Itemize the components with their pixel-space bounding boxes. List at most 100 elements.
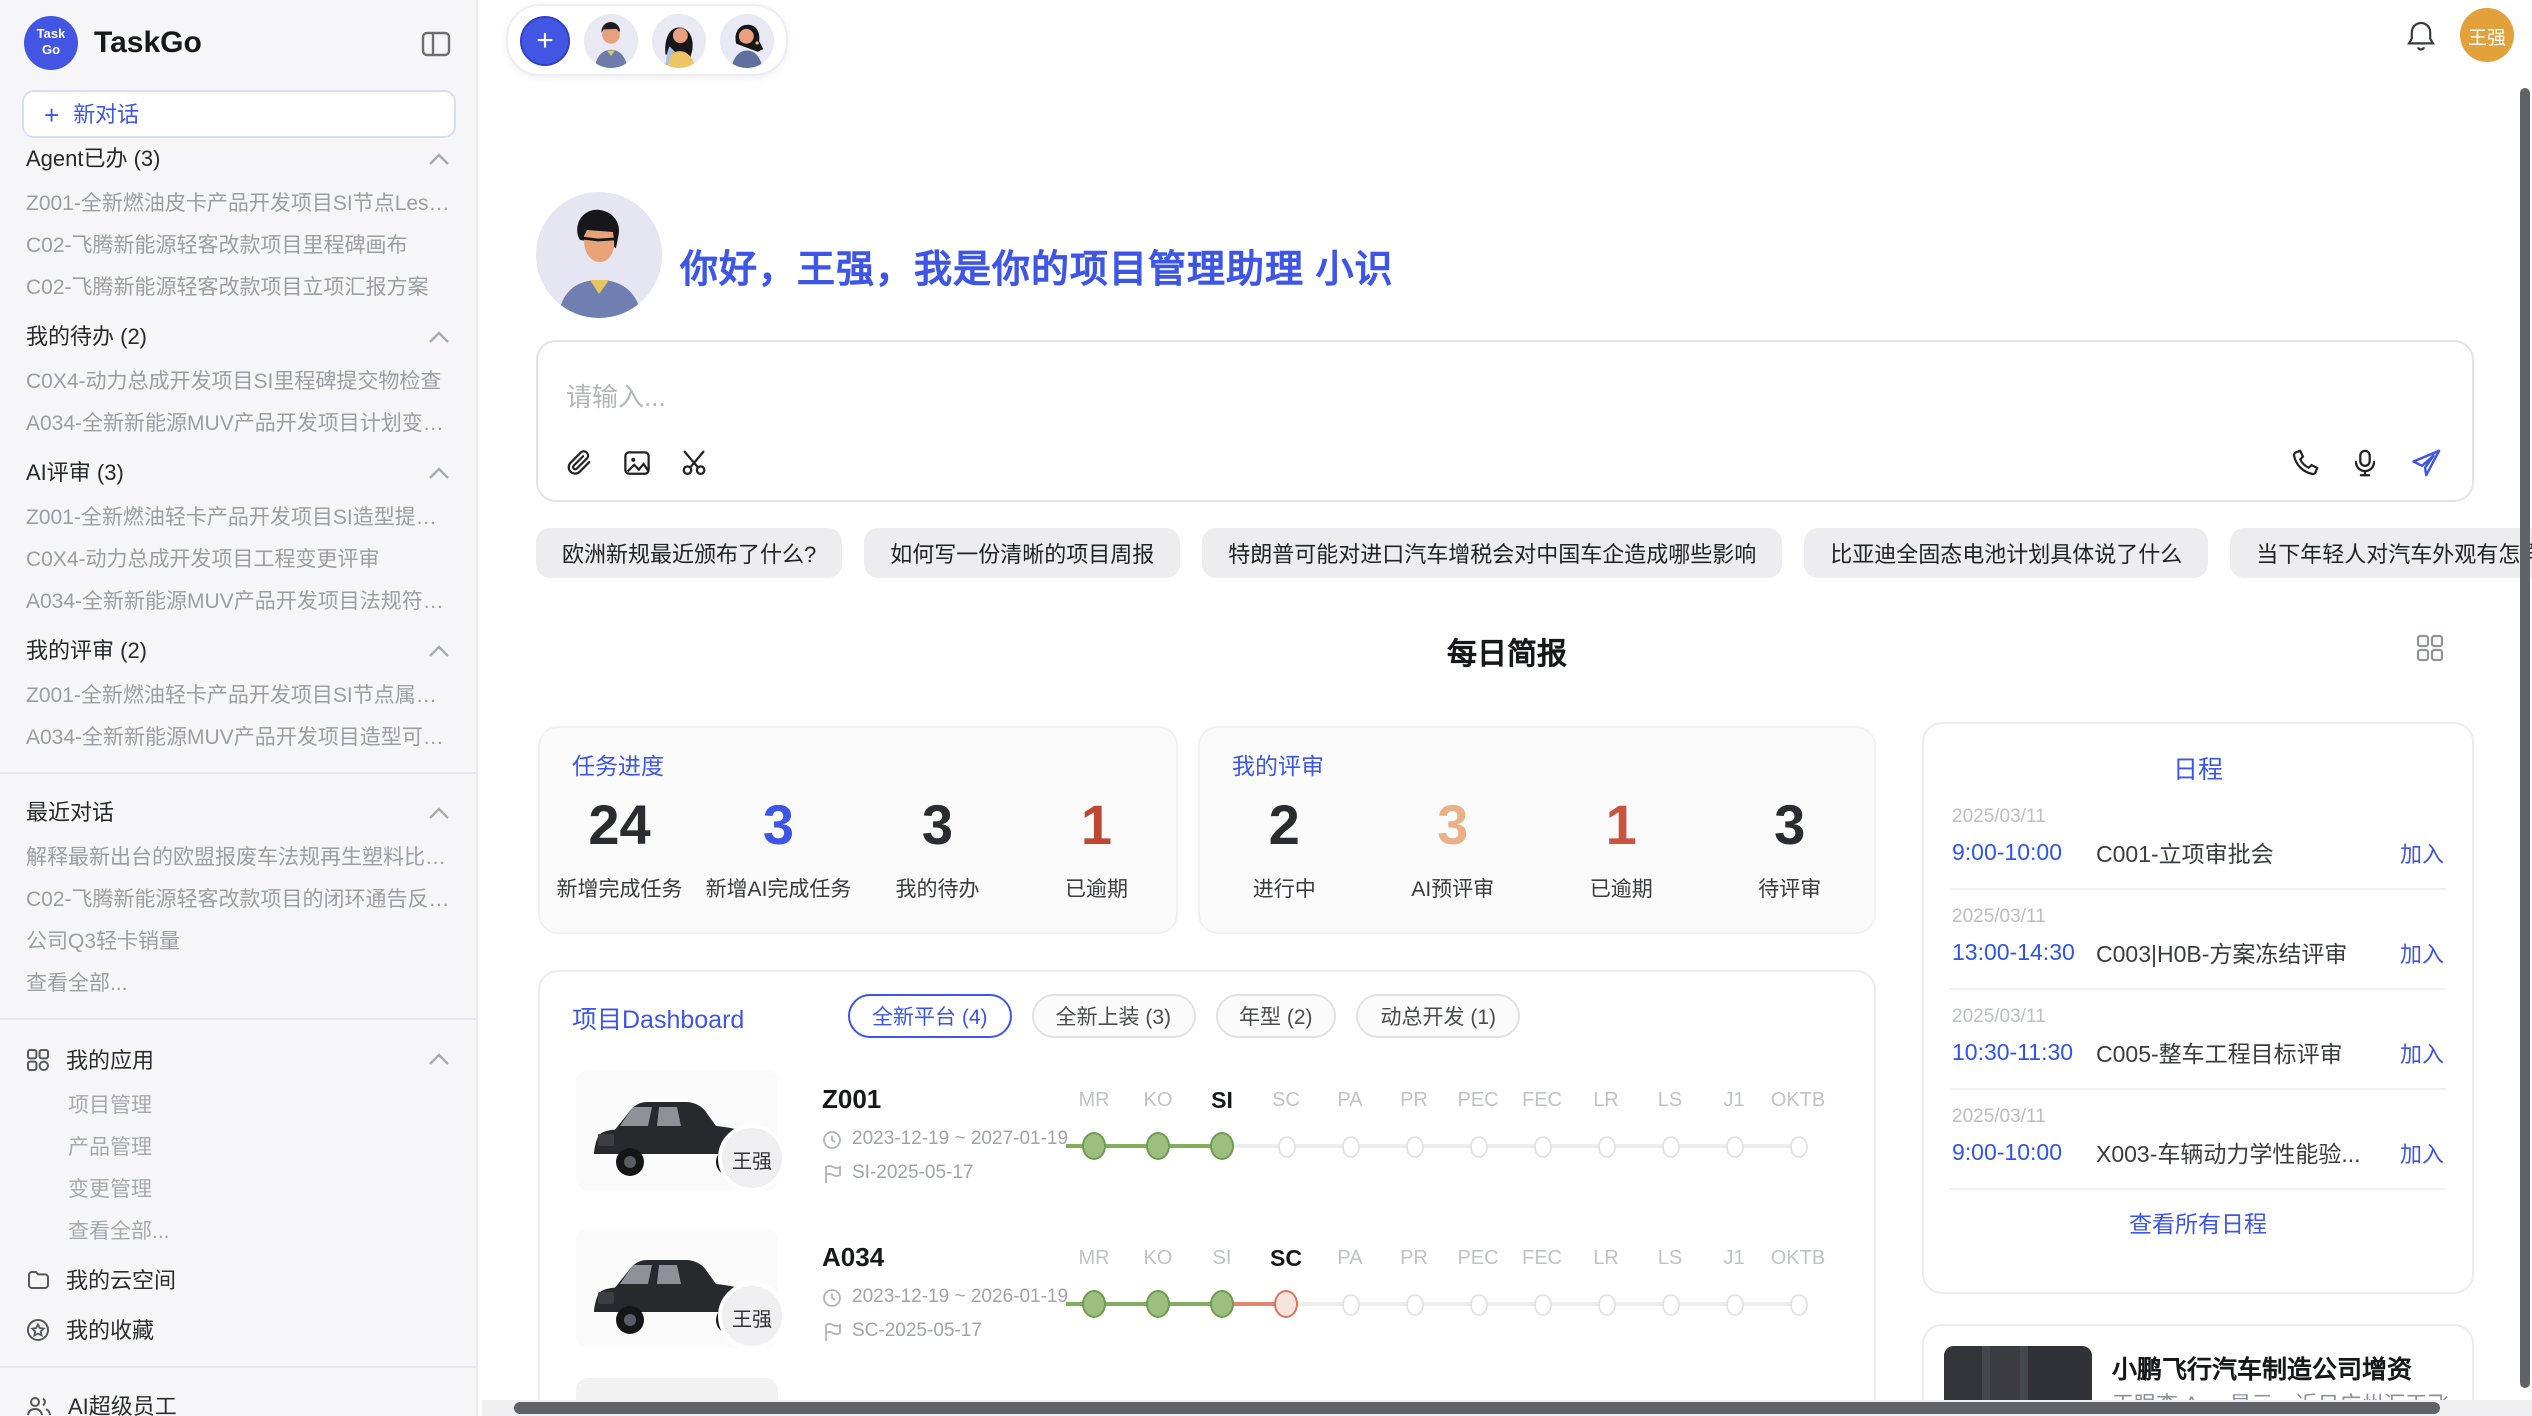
sidebar-task-item[interactable]: C02-飞腾新能源轻客改款项目里程碑画布 — [0, 226, 476, 268]
milestone-dot — [1082, 1132, 1106, 1160]
user-name: 王强 — [2468, 21, 2506, 49]
milestone-dot — [1341, 1293, 1359, 1315]
sidebar-task-item[interactable]: Z001-全新燃油轻卡产品开发项目SI造型提交物评审 — [0, 498, 476, 540]
suggestion-chip[interactable]: 当下年轻人对汽车外观有怎样的喜好趋势 — [2230, 528, 2532, 578]
session-switcher: + — [506, 4, 788, 76]
milestone-label: FEC — [1510, 1246, 1574, 1274]
milestone-label: LR — [1574, 1088, 1638, 1116]
sidebar-task-item[interactable]: Z001-全新燃油轻卡产品开发项目SI节点属性5D文件评审 — [0, 676, 476, 718]
project-row[interactable]: 王强Z0012023-12-19 ~ 2027-01-19SI-2025-05-… — [540, 1062, 1874, 1216]
milestone-dot — [1725, 1293, 1743, 1315]
dashboard-filter-pill[interactable]: 全新平台 (4) — [848, 994, 1012, 1038]
schedule-join-link[interactable]: 加入 — [2400, 838, 2444, 870]
suggestion-chip[interactable]: 比亚迪全固态电池计划具体说了什么 — [1804, 528, 2208, 578]
schedule-event[interactable]: 2025/03/1113:00-14:30C003|H0B-方案冻结评审加入 — [1950, 890, 2446, 990]
sidebar-recent-chat-item[interactable]: C02-飞腾新能源轻客改款项目的闭环通告反馈情况 — [0, 880, 476, 922]
sidebar-section-header[interactable]: 最近对话 — [0, 786, 476, 838]
sidebar-task-item[interactable]: C0X4-动力总成开发项目工程变更评审 — [0, 540, 476, 582]
sidebar-tool-item[interactable]: AI超级员工 — [0, 1380, 476, 1416]
add-session-button[interactable]: + — [520, 15, 570, 65]
vertical-scrollbar-thumb[interactable] — [2520, 88, 2530, 1388]
milestone-label: OKTB — [1766, 1088, 1830, 1116]
scissors-icon[interactable] — [680, 448, 710, 478]
layout-grid-icon[interactable] — [2416, 634, 2444, 662]
chevron-up-icon[interactable] — [428, 805, 450, 819]
chevron-up-icon[interactable] — [428, 151, 450, 165]
cloud-folder-icon — [26, 1267, 50, 1291]
sidebar-header: Task Go TaskGo — [0, 0, 476, 78]
sidebar-collapse-icon[interactable] — [420, 27, 452, 59]
image-icon[interactable] — [622, 448, 652, 478]
chevron-up-icon[interactable] — [428, 643, 450, 657]
schedule-event[interactable]: 2025/03/119:00-10:00X003-车辆动力学性能验...加入 — [1950, 1090, 2446, 1190]
sidebar-recent-chat-item[interactable]: 公司Q3轻卡销量 — [0, 922, 476, 964]
microphone-icon[interactable] — [2350, 448, 2380, 478]
horizontal-scrollbar-thumb[interactable] — [514, 1402, 2440, 1414]
schedule-join-link[interactable]: 加入 — [2400, 1038, 2444, 1070]
chevron-up-icon[interactable] — [428, 465, 450, 479]
schedule-event[interactable]: 2025/03/119:00-10:00C001-立项审批会加入 — [1950, 790, 2446, 890]
flag-icon — [822, 1163, 842, 1183]
sidebar-task-item[interactable]: A034-全新新能源MUV产品开发项目计划变更表编写 — [0, 404, 476, 446]
stat-value: 2 — [1200, 794, 1369, 858]
briefing-title: 每日简报 — [538, 632, 2476, 674]
sidebar-section-header[interactable]: AI评审 (3) — [0, 446, 476, 498]
suggestion-chip[interactable]: 如何写一份清晰的项目周报 — [864, 528, 1180, 578]
suggestion-chip[interactable]: 特朗普可能对进口汽车增税会对中国车企造成哪些影响 — [1202, 528, 1782, 578]
sidebar-task-item[interactable]: A034-全新新能源MUV产品开发项目造型可行性评审 — [0, 718, 476, 760]
chevron-up-icon[interactable] — [428, 1052, 450, 1066]
suggestion-chip[interactable]: 欧洲新规最近颁布了什么? — [536, 528, 842, 578]
sidebar-section-header[interactable]: 我的评审 (2) — [0, 624, 476, 676]
dashboard-filter-pill[interactable]: 年型 (2) — [1215, 994, 1337, 1038]
stat-label: 我的待办 — [858, 874, 1017, 904]
milestone-track — [1062, 1126, 1830, 1166]
session-avatar-3[interactable] — [720, 13, 774, 67]
session-avatar-1[interactable] — [584, 13, 638, 67]
milestone-dot — [1405, 1293, 1423, 1315]
chat-input[interactable]: 请输入... — [536, 340, 2474, 502]
sidebar-item-star[interactable]: 我的收藏 — [0, 1304, 476, 1354]
dashboard-filter-pill[interactable]: 全新上装 (3) — [1032, 994, 1196, 1038]
stat-value: 3 — [858, 794, 1017, 858]
sidebar-item-my-apps[interactable]: 我的应用 — [0, 1032, 476, 1086]
milestone-segment — [1478, 1144, 1542, 1148]
sidebar-task-item[interactable]: C02-飞腾新能源轻客改款项目立项汇报方案 — [0, 268, 476, 310]
milestone-dot — [1341, 1135, 1359, 1157]
stat-value: 24 — [540, 794, 699, 858]
send-icon[interactable] — [2410, 448, 2442, 478]
session-avatar-2[interactable] — [652, 13, 706, 67]
sidebar-section-header[interactable]: Agent已办 (3) — [0, 132, 476, 184]
user-avatar[interactable]: 王强 — [2460, 8, 2514, 62]
project-dates: 2023-12-19 ~ 2026-01-19 — [822, 1286, 1068, 1308]
chevron-up-icon[interactable] — [428, 329, 450, 343]
dashboard-filter-pill[interactable]: 动总开发 (1) — [1357, 994, 1521, 1038]
project-flag-milestone: SC-2025-05-17 — [822, 1320, 982, 1342]
new-chat-button[interactable]: + 新对话 — [22, 90, 456, 138]
sidebar-app-item[interactable]: 项目管理 — [0, 1086, 476, 1128]
schedule-join-link[interactable]: 加入 — [2400, 938, 2444, 970]
schedule-event-time: 13:00-14:30 — [1952, 942, 2096, 966]
schedule-event[interactable]: 2025/03/1110:30-11:30C005-整车工程目标评审加入 — [1950, 990, 2446, 1090]
schedule-event-row: 13:00-14:30C003|H0B-方案冻结评审加入 — [1952, 938, 2444, 970]
phone-icon[interactable] — [2290, 448, 2320, 478]
schedule-join-link[interactable]: 加入 — [2400, 1138, 2444, 1170]
milestone-dot — [1277, 1135, 1295, 1157]
sidebar-section-header[interactable]: 我的待办 (2) — [0, 310, 476, 362]
sidebar-app-item[interactable]: 产品管理 — [0, 1128, 476, 1170]
schedule-view-all-link[interactable]: 查看所有日程 — [1924, 1190, 2472, 1258]
sidebar-apps-view-all[interactable]: 查看全部... — [0, 1212, 476, 1254]
paperclip-icon[interactable] — [564, 448, 594, 478]
notification-bell-icon[interactable] — [2406, 20, 2436, 52]
sidebar-task-item[interactable]: A034-全新新能源MUV产品开发项目法规符合性评审 — [0, 582, 476, 624]
milestone-label: LS — [1638, 1246, 1702, 1274]
milestone-label: PA — [1318, 1246, 1382, 1274]
sidebar-recent-view-all[interactable]: 查看全部... — [0, 964, 476, 1006]
milestone-dot — [1469, 1293, 1487, 1315]
sidebar-task-item[interactable]: Z001-全新燃油皮卡产品开发项目SI节点Lesson Learn报告 — [0, 184, 476, 226]
sidebar-app-item[interactable]: 变更管理 — [0, 1170, 476, 1212]
sidebar-task-item[interactable]: C0X4-动力总成开发项目SI里程碑提交物检查 — [0, 362, 476, 404]
project-row[interactable]: 王强A0342023-12-19 ~ 2026-01-19SC-2025-05-… — [540, 1220, 1874, 1374]
sidebar-item-cloud-folder[interactable]: 我的云空间 — [0, 1254, 476, 1304]
milestone-label: SI — [1190, 1088, 1254, 1116]
sidebar-recent-chat-item[interactable]: 解释最新出台的欧盟报废车法规再生塑料比例被调至15%... — [0, 838, 476, 880]
